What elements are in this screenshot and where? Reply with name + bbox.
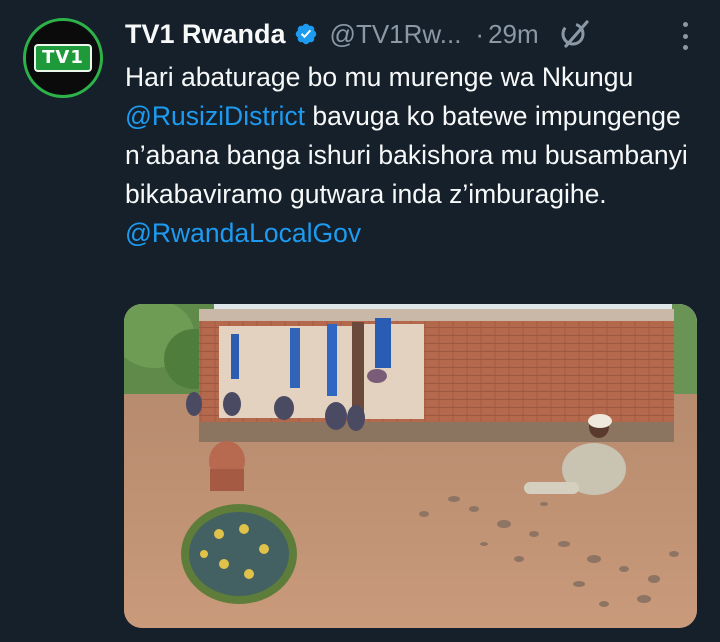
timestamp[interactable]: 29m (488, 19, 539, 50)
tweet-photo[interactable] (124, 304, 697, 628)
photo-scene (124, 304, 697, 628)
grok-icon[interactable] (557, 17, 591, 51)
handle[interactable]: @TV1Rw... (330, 19, 462, 50)
tweet-text: Hari abaturage bo mu murenge wa Nkungu @… (125, 58, 705, 253)
avatar[interactable]: TV1 (23, 18, 103, 98)
tweet-header: TV1 Rwanda @TV1Rw... · 29m (125, 12, 700, 56)
tv1-logo: TV1 (34, 44, 92, 72)
display-name[interactable]: TV1 Rwanda (125, 19, 286, 50)
separator-dot: · (475, 18, 485, 49)
tweet-text-part1: Hari abaturage bo mu murenge wa Nkungu (125, 62, 634, 92)
more-options-icon[interactable] (678, 22, 692, 50)
tweet[interactable]: TV1 TV1 Rwanda @TV1Rw... · 29m Hari abat… (0, 0, 720, 642)
mention-rwanda-local-gov[interactable]: @RwandaLocalGov (125, 218, 361, 248)
verified-badge-icon (295, 23, 316, 45)
mention-rusizi-district[interactable]: @RusiziDistrict (125, 101, 305, 131)
